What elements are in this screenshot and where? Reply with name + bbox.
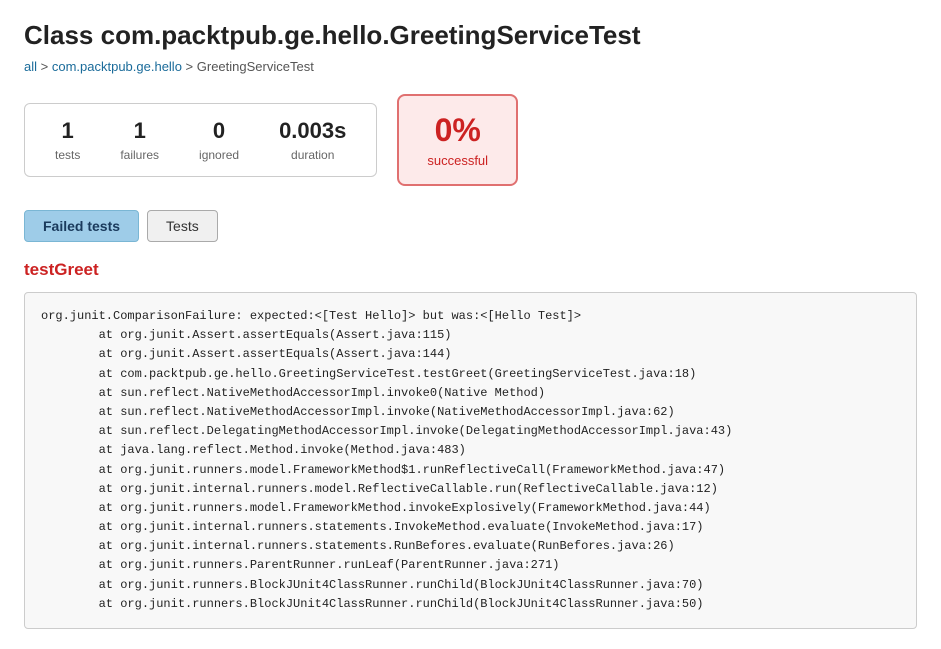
failures-label: failures: [120, 148, 159, 162]
breadcrumb-sep2: >: [182, 59, 197, 74]
success-label: successful: [427, 153, 488, 168]
breadcrumb-sep1: >: [37, 59, 52, 74]
failures-value: 1: [134, 118, 146, 144]
stats-box: 1 tests 1 failures 0 ignored 0.003s dura…: [24, 103, 377, 177]
stat-failures: 1 failures: [120, 118, 159, 162]
breadcrumb-current: GreetingServiceTest: [197, 59, 314, 74]
stat-tests: 1 tests: [55, 118, 80, 162]
tab-failed-tests[interactable]: Failed tests: [24, 210, 139, 242]
breadcrumb-package-link[interactable]: com.packtpub.ge.hello: [52, 59, 182, 74]
tests-label: tests: [55, 148, 80, 162]
ignored-label: ignored: [199, 148, 239, 162]
success-box: 0% successful: [397, 94, 518, 186]
success-percent: 0%: [435, 112, 481, 149]
duration-label: duration: [291, 148, 334, 162]
stat-duration: 0.003s duration: [279, 118, 346, 162]
breadcrumb-all-link[interactable]: all: [24, 59, 37, 74]
stacktrace-box: org.junit.ComparisonFailure: expected:<[…: [24, 292, 917, 629]
ignored-value: 0: [213, 118, 225, 144]
tab-tests[interactable]: Tests: [147, 210, 218, 242]
stats-row: 1 tests 1 failures 0 ignored 0.003s dura…: [24, 94, 917, 186]
page-title: Class com.packtpub.ge.hello.GreetingServ…: [24, 20, 917, 51]
stat-ignored: 0 ignored: [199, 118, 239, 162]
duration-value: 0.003s: [279, 118, 346, 144]
failed-test-name: testGreet: [24, 260, 917, 280]
breadcrumb: all > com.packtpub.ge.hello > GreetingSe…: [24, 59, 917, 74]
tabs-row: Failed tests Tests: [24, 210, 917, 242]
tests-value: 1: [62, 118, 74, 144]
